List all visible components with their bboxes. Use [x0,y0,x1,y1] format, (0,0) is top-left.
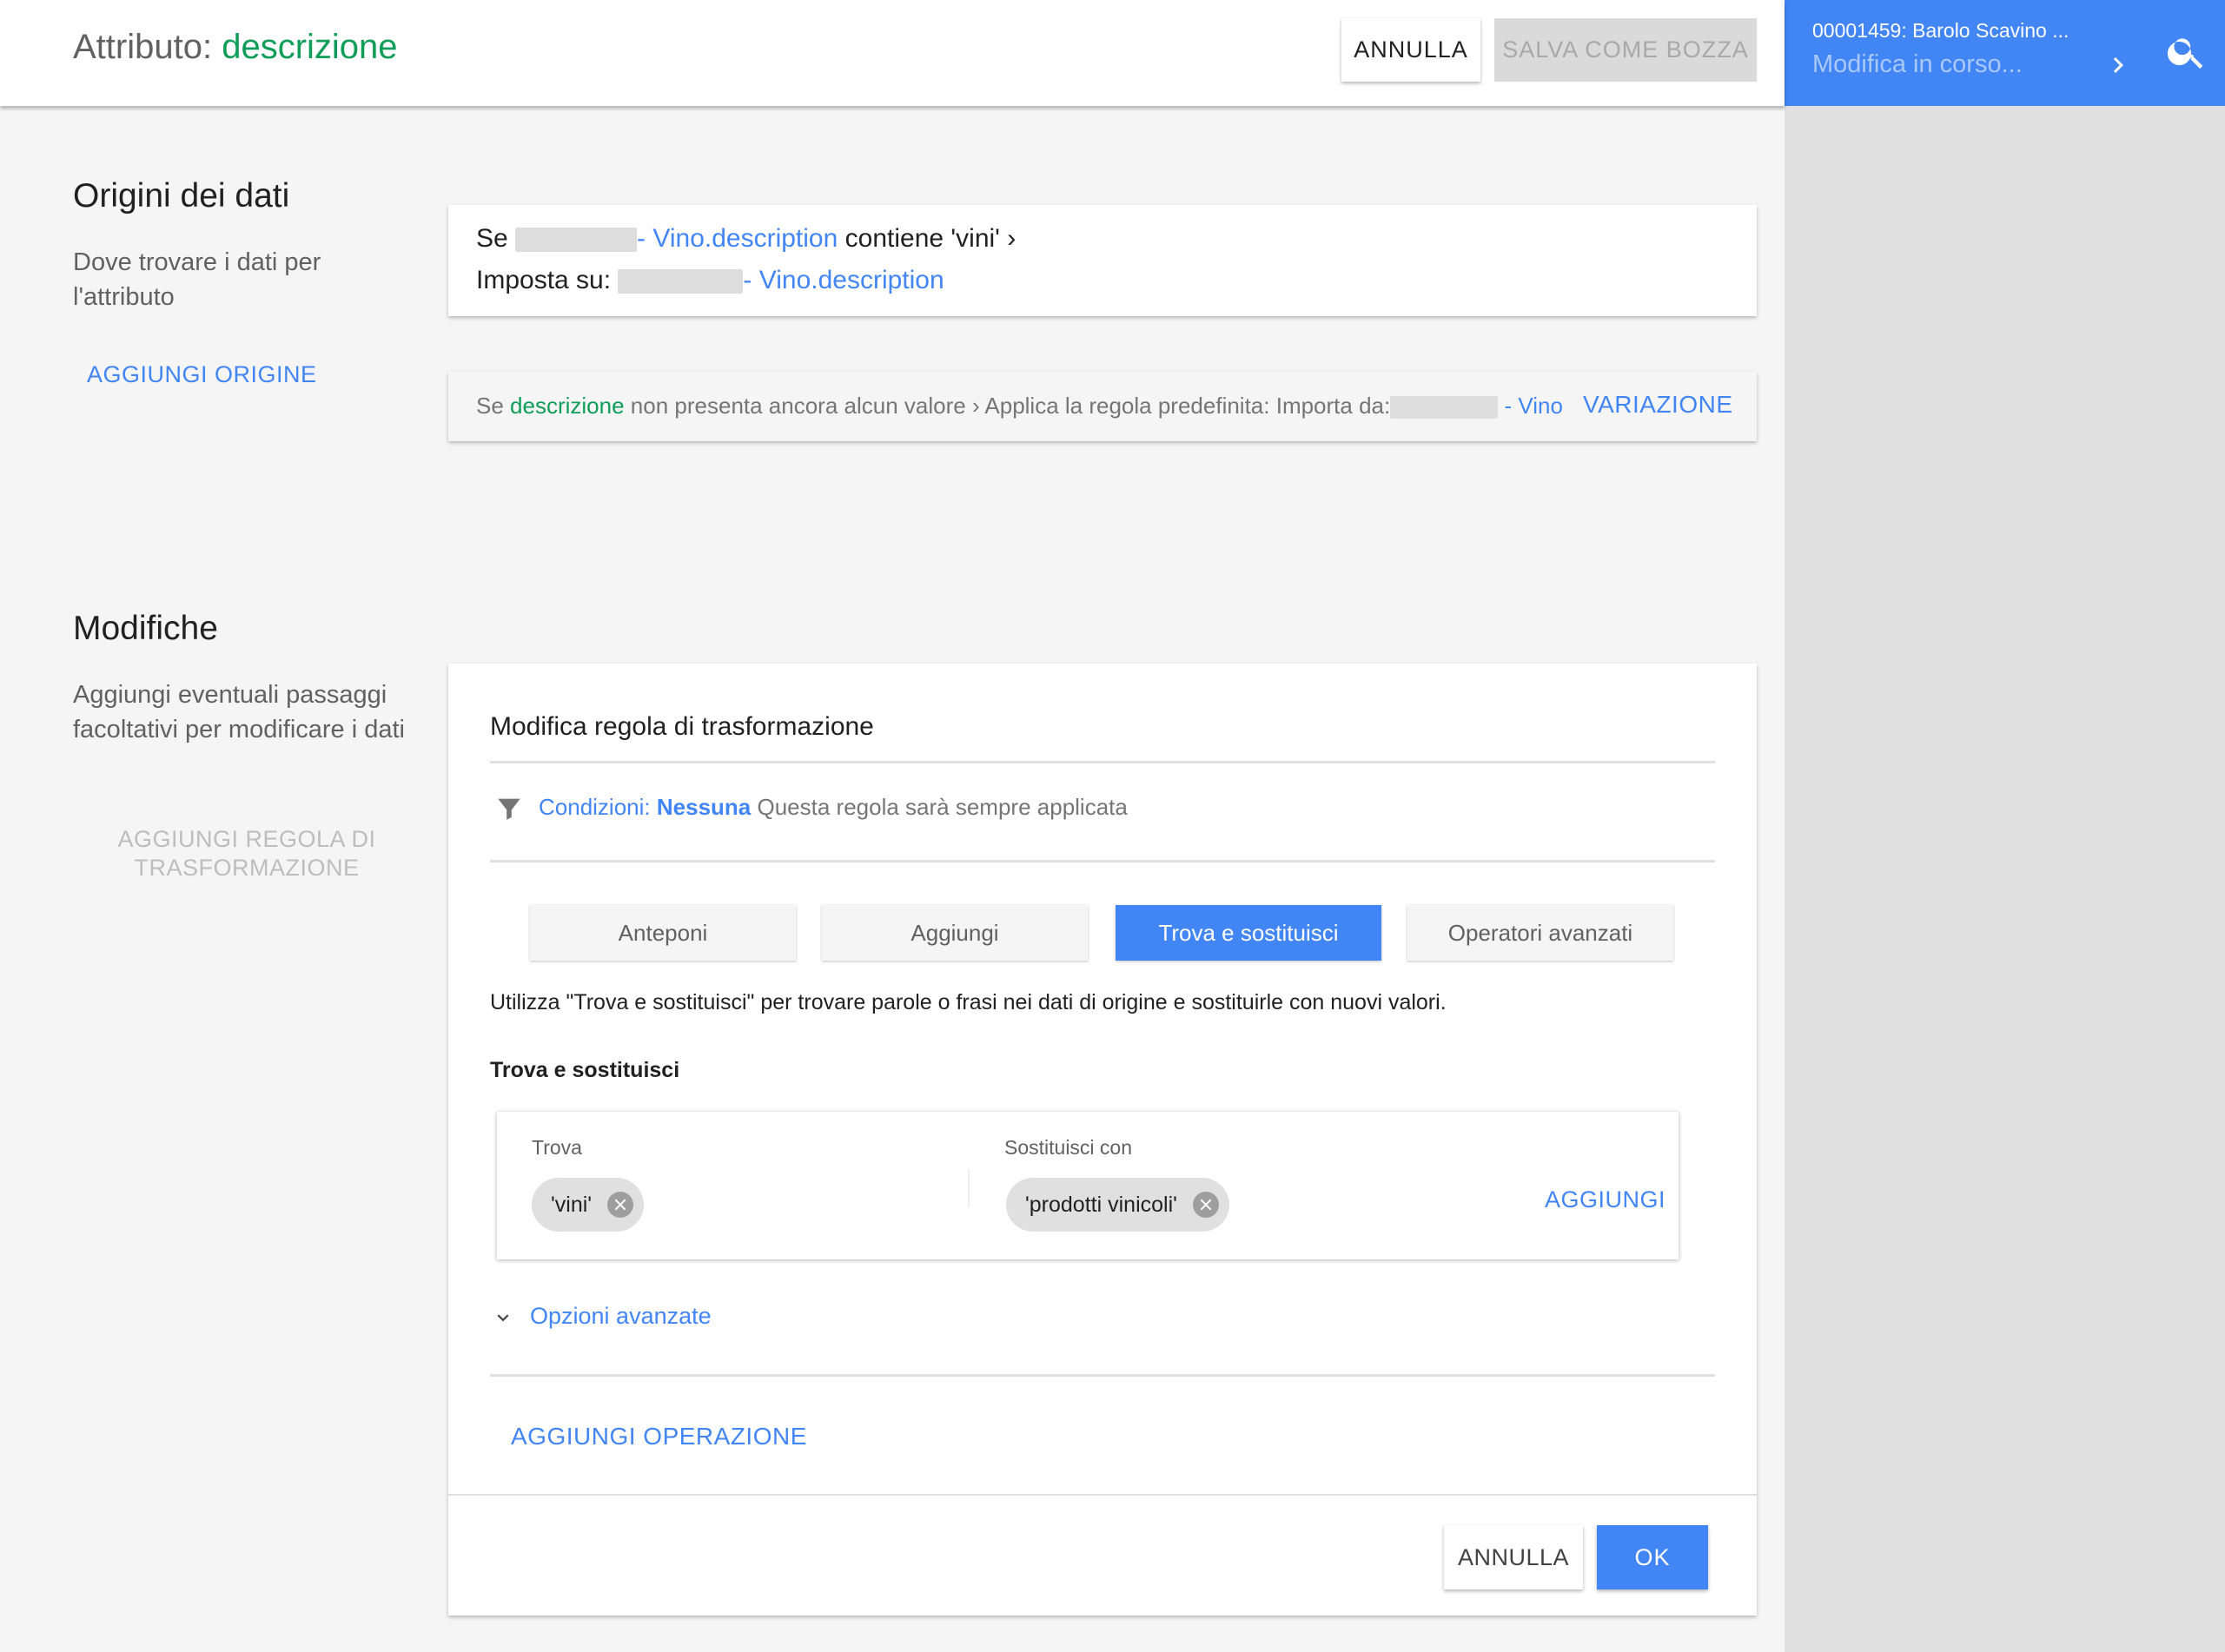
find-replace-box: Trova Sostituisci con 'vini' 'prodotti v… [497,1112,1679,1259]
conditions-label: Condizioni: [539,794,651,820]
add-operation-button[interactable]: AGGIUNGI OPERAZIONE [511,1423,807,1450]
replace-chip-text: 'prodotti vinicoli' [1025,1192,1177,1217]
add-pair-button[interactable]: AGGIUNGI [1545,1186,1665,1213]
find-replace-intro: Utilizza "Trova e sostituisci" per trova… [490,990,1447,1014]
find-label: Trova [532,1136,582,1159]
find-chip[interactable]: 'vini' [532,1178,645,1232]
rule-editor-title: Modifica regola di trasformazione [490,712,874,741]
tab-trova-e-sostituisci[interactable]: Trova e sostituisci [1116,905,1381,961]
cancel-button[interactable]: ANNULLA [1341,18,1480,82]
modifications-title: Modifiche [73,610,218,647]
condition-value: 'vini' [950,224,1000,253]
chevron-down-icon [497,1314,509,1322]
page-title: Attributo: descrizione [73,28,398,67]
source-field: - Vino.description [637,224,838,253]
title-prefix: Attributo: [73,28,213,66]
find-chip-text: 'vini' [551,1192,593,1217]
remove-chip-icon[interactable] [1192,1192,1219,1218]
redacted-source [515,228,638,253]
rule-ok-button[interactable]: OK [1597,1525,1708,1589]
edit-status: Modifica in corso... [1812,50,2023,78]
condition-operator: contiene [844,224,944,253]
replace-label: Sostituisci con [1004,1136,1133,1159]
side-panel-header[interactable]: 00001459: Barolo Scavino ... Modifica in… [1785,0,2225,106]
chevron-right-icon[interactable] [2102,50,2134,81]
conditions-row[interactable]: Condizioni: Nessuna Questa regola sarà s… [539,794,1128,821]
target-field: - Vino.description [743,266,944,294]
redacted-target [618,269,744,294]
advanced-options-label: Opzioni avanzate [530,1303,712,1329]
variation-button[interactable]: VARIAZIONE [1583,391,1733,419]
divider [490,1374,1715,1377]
divider [490,860,1715,862]
attribute-name: descrizione [222,28,398,66]
modifications-description: Aggiungi eventuali passaggi facoltativi … [73,681,405,743]
if-word: Se [476,393,504,419]
top-header: Attributo: descrizione ANNULLA SALVA COM… [0,0,1785,106]
side-panel: 00001459: Barolo Scavino ... Modifica in… [1785,0,2225,1652]
condition-arrow: › [1007,224,1016,253]
sources-title: Origini dei dati [73,177,290,215]
replace-chip[interactable]: 'prodotti vinicoli' [1006,1178,1229,1232]
filter-icon [498,798,520,820]
tab-operatori-avanzati[interactable]: Operatori avanzati [1407,905,1673,961]
find-replace-heading: Trova e sostituisci [490,1058,680,1082]
add-transformation-rule-button[interactable]: AGGIUNGI REGOLA DI TRASFORMAZIONE [108,825,386,882]
sources-description: Dove trovare i dati per l'attributo [73,248,321,311]
default-rule-description: non presenta ancora alcun valore › Appli… [630,393,1391,419]
attribute-ref: descrizione [510,393,625,419]
divider [968,1169,970,1207]
source-rule-target: Imposta su: - Vino.description [476,266,944,295]
tab-anteponi[interactable]: Anteponi [530,905,796,961]
if-word: Se [476,224,508,253]
divider [490,761,1715,763]
redacted-default-source [1390,396,1499,420]
conditions-value: Nessuna [656,794,752,820]
conditions-note: Questa regola sarà sempre applicata [757,794,1128,820]
tab-aggiungi[interactable]: Aggiungi [822,905,1088,961]
add-source-button[interactable]: AGGIUNGI ORIGINE [87,361,317,388]
set-label: Imposta su: [476,266,612,294]
save-draft-button[interactable]: SALVA COME BOZZA [1494,18,1757,82]
record-title: 00001459: Barolo Scavino ... [1812,19,2069,42]
advanced-options-toggle[interactable]: Opzioni avanzate [492,1303,712,1330]
divider [448,1494,1757,1496]
remove-chip-icon[interactable] [607,1192,634,1218]
source-rule-card[interactable]: Se - Vino.description contiene 'vini' › … [448,205,1757,316]
search-icon[interactable] [2165,30,2208,73]
default-source: - Vino [1504,393,1563,419]
rule-cancel-button[interactable]: ANNULLA [1444,1525,1583,1589]
transformation-rule-editor: Modifica regola di trasformazione Condiz… [448,664,1757,1616]
default-rule-card[interactable]: Se descrizione non presenta ancora alcun… [448,372,1757,441]
default-rule-text: Se descrizione non presenta ancora alcun… [476,393,1563,420]
source-rule-condition: Se - Vino.description contiene 'vini' › [476,224,1016,254]
